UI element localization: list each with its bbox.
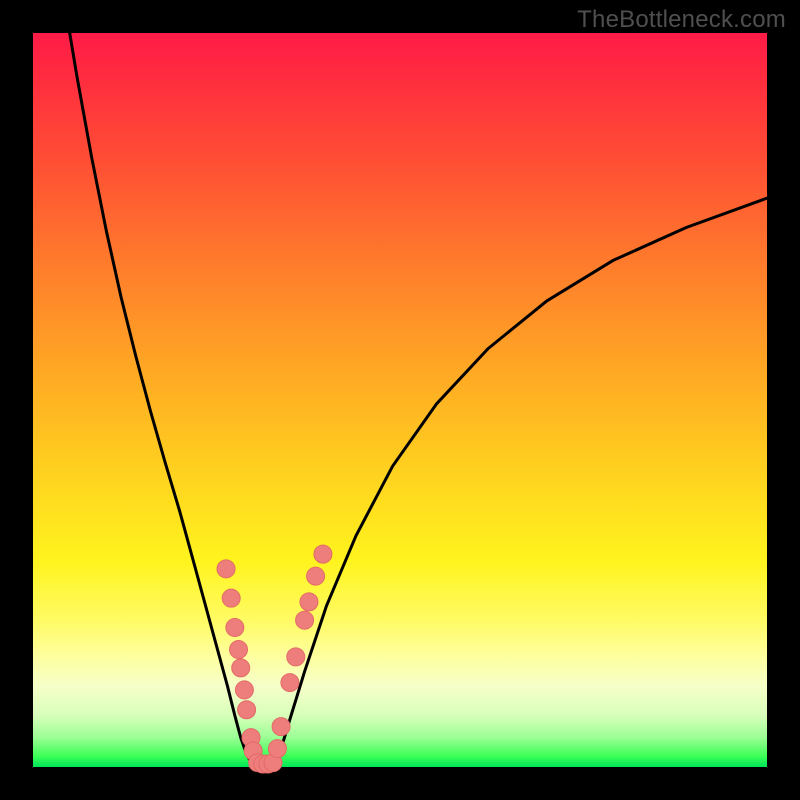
data-marker [217,560,235,578]
data-marker [222,589,240,607]
data-marker [300,593,318,611]
data-marker [314,545,332,563]
curve-layer [33,33,767,767]
data-markers [217,545,332,773]
curve-path [70,33,767,767]
data-marker [238,701,256,719]
data-marker [272,718,290,736]
chart-frame: TheBottleneck.com [0,0,800,800]
data-marker [232,659,250,677]
data-marker [268,740,286,758]
watermark-text: TheBottleneck.com [577,6,786,34]
data-marker [281,674,299,692]
data-marker [296,611,314,629]
data-marker [307,567,325,585]
plot-area [33,33,767,767]
bottleneck-curve [70,33,767,767]
data-marker [230,641,248,659]
data-marker [226,619,244,637]
data-marker [235,681,253,699]
data-marker [287,648,305,666]
